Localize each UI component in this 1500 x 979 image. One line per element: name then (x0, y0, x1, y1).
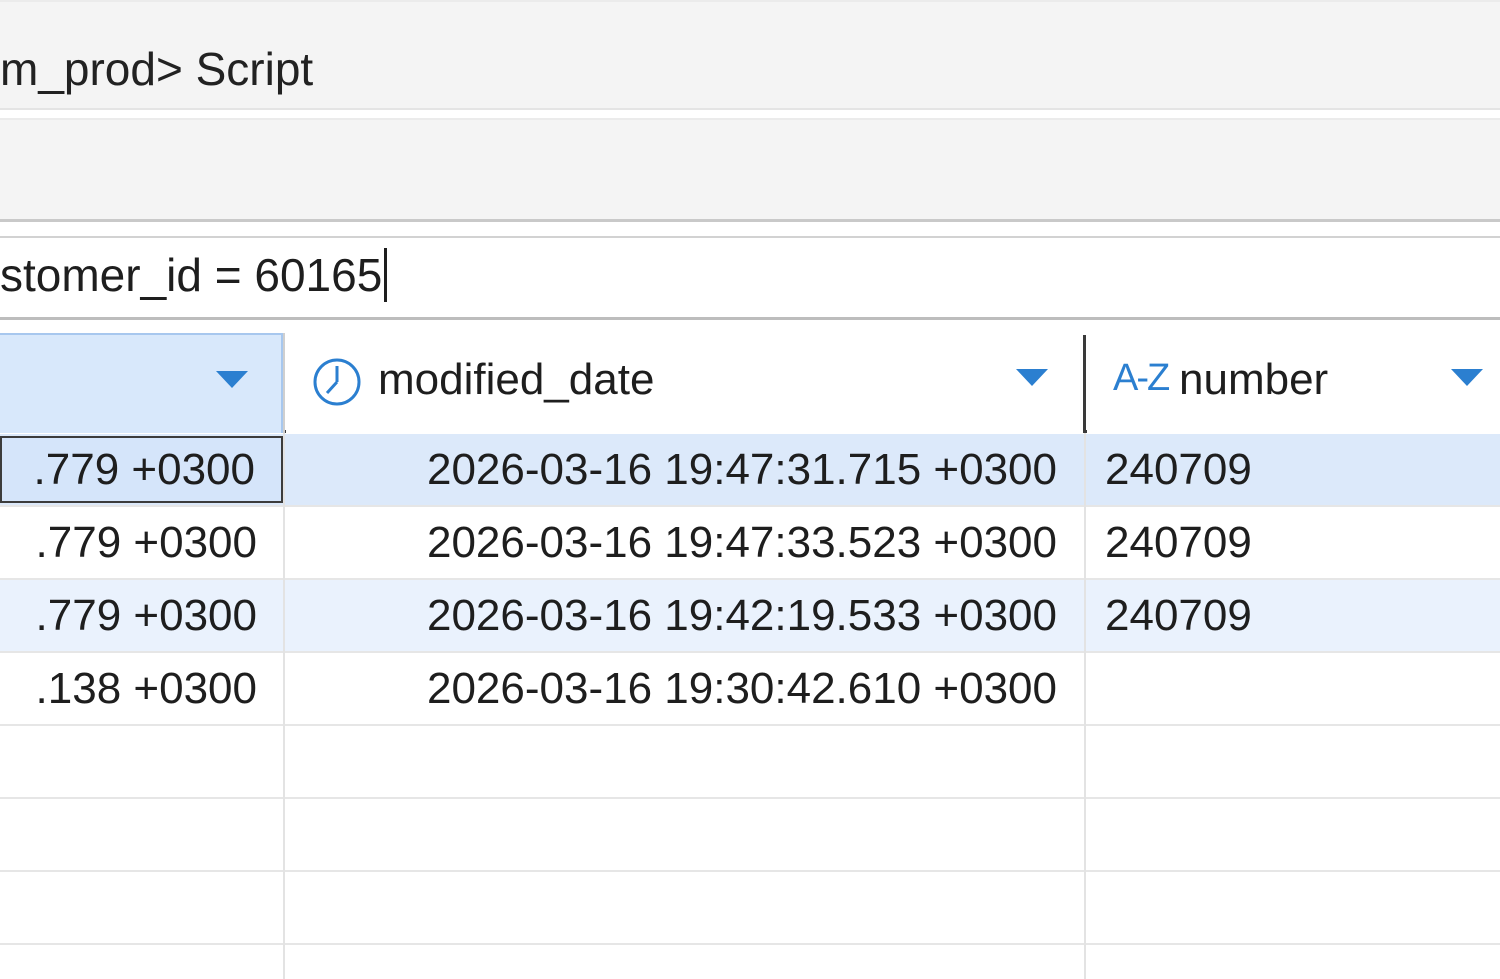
table-cell[interactable]: 240709 (1087, 580, 1500, 651)
table-cell[interactable]: .779 +0300 (0, 580, 283, 651)
table-cell[interactable]: 240709 (1087, 434, 1500, 505)
column-menu-arrow-icon[interactable] (1451, 369, 1483, 386)
column-gridline (283, 433, 285, 979)
empty-row (0, 799, 1500, 872)
column-gridline (1084, 433, 1086, 979)
table-cell[interactable]: 2026-03-16 19:47:31.715 +0300 (286, 434, 1084, 505)
table-cell[interactable]: .779 +0300 (0, 436, 283, 503)
table-row[interactable]: .138 +0300 2026-03-16 19:30:42.610 +0300 (0, 653, 1500, 726)
table-cell[interactable]: .779 +0300 (0, 507, 283, 578)
table-row[interactable]: .779 +0300 2026-03-16 19:47:33.523 +0300… (0, 507, 1500, 580)
column-menu-arrow-icon[interactable] (216, 371, 248, 388)
column-divider[interactable] (283, 333, 285, 433)
empty-row (0, 872, 1500, 945)
table-row[interactable]: .779 +0300 2026-03-16 19:47:31.715 +0300… (0, 434, 1500, 507)
column-header-modified-date[interactable]: modified_date (286, 333, 1084, 433)
filter-input[interactable]: stomer_id = 60165 (0, 248, 1500, 310)
column-menu-arrow-icon[interactable] (1016, 369, 1048, 386)
grid-header: modified_date A-Z number (0, 333, 1500, 433)
table-cell[interactable] (1087, 653, 1500, 724)
results-grid: modified_date A-Z number .779 +0300 2026… (0, 333, 1500, 979)
editor-toolbar (0, 118, 1500, 222)
script-title: m_prod> Script (0, 43, 314, 95)
table-cell[interactable]: .138 +0300 (0, 653, 283, 724)
table-cell[interactable]: 2026-03-16 19:47:33.523 +0300 (286, 507, 1084, 578)
empty-row (0, 726, 1500, 799)
clock-icon (313, 358, 361, 406)
table-cell[interactable]: 240709 (1087, 507, 1500, 578)
column-divider[interactable] (1083, 335, 1086, 433)
column-label-number: number (1179, 355, 1329, 404)
text-caret (384, 248, 388, 302)
table-cell[interactable]: 2026-03-16 19:42:19.533 +0300 (286, 580, 1084, 651)
table-cell[interactable]: 2026-03-16 19:30:42.610 +0300 (286, 653, 1084, 724)
editor-title-bar: m_prod> Script (0, 0, 1500, 110)
az-icon: A-Z (1113, 357, 1170, 399)
table-row[interactable]: .779 +0300 2026-03-16 19:42:19.533 +0300… (0, 580, 1500, 653)
column-label-modified-date: modified_date (378, 355, 655, 404)
column-header-number[interactable]: A-Z number (1087, 333, 1500, 433)
filter-text: stomer_id = 60165 (0, 249, 383, 301)
filter-bar: stomer_id = 60165 (0, 236, 1500, 320)
column-header-created[interactable] (0, 333, 283, 433)
